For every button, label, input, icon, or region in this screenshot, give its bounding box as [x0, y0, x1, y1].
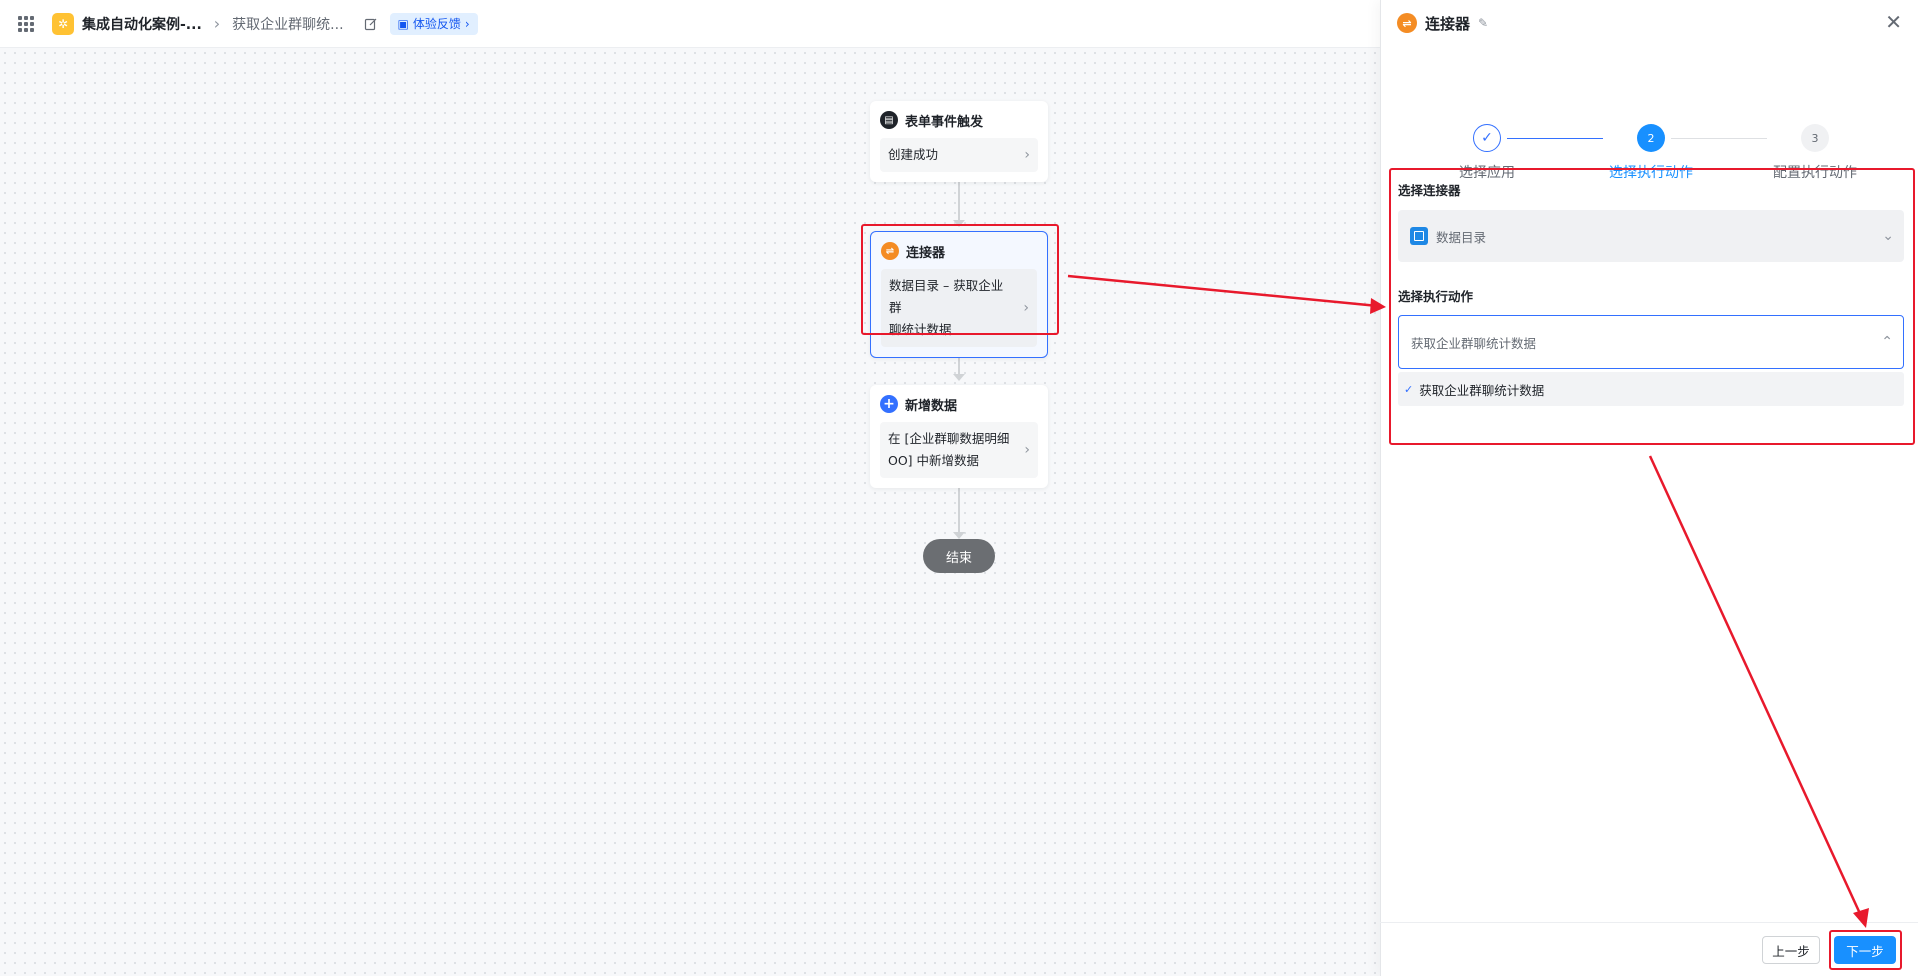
plus-icon: +: [880, 395, 898, 413]
annotation-box: [1829, 930, 1902, 970]
trigger-node[interactable]: ▤ 表单事件触发 创建成功 ›: [870, 101, 1048, 182]
chevron-right-icon: ›: [1024, 147, 1030, 163]
arrow-down-icon: [953, 374, 965, 381]
panel-footer-divider: [1380, 922, 1918, 923]
check-icon: ✓: [1473, 124, 1501, 152]
feedback-label: 体验反馈: [412, 17, 461, 31]
chevron-right-icon: ›: [1024, 442, 1030, 458]
edit-icon[interactable]: [364, 17, 378, 31]
flow-name[interactable]: 获取企业群聊统...: [232, 14, 343, 34]
panel-title: 连接器: [1425, 14, 1471, 33]
add-data-body[interactable]: 在 [企业群聊数据明细 OO] 中新增数据 ›: [880, 422, 1038, 478]
feedback-icon: ▣: [397, 16, 409, 31]
connector-icon: ⇌: [1397, 13, 1417, 33]
top-bar: ✲ 集成自动化案例-... › 获取企业群聊统... ▣ 体验反馈 ›: [0, 0, 1380, 48]
close-icon[interactable]: ✕: [1885, 12, 1902, 32]
node-title: + 新增数据: [880, 394, 1038, 414]
trigger-title: 表单事件触发: [905, 114, 984, 130]
feedback-button[interactable]: ▣ 体验反馈 ›: [389, 12, 478, 35]
app-logo-icon: ✲: [52, 12, 74, 35]
panel-header: ⇌ 连接器 ✎ ✕: [1381, 0, 1918, 46]
config-panel: ⇌ 连接器 ✎ ✕ ✓ 选择应用 2 选择执行动作 3 配置执行动作: [1380, 0, 1918, 976]
annotation-box: [861, 224, 1059, 335]
arrow-down-icon: [953, 532, 965, 539]
end-node[interactable]: 结束: [923, 539, 995, 573]
node-title: ▤ 表单事件触发: [880, 110, 1038, 130]
pencil-icon[interactable]: ✎: [1478, 16, 1488, 30]
step-number: 3: [1801, 124, 1829, 152]
apps-grid-icon[interactable]: [18, 15, 34, 32]
chevron-right-icon: ›: [213, 14, 221, 33]
add-data-title: 新增数据: [905, 398, 958, 414]
add-data-body-line2: OO] 中新增数据: [888, 453, 980, 468]
add-data-node[interactable]: + 新增数据 在 [企业群聊数据明细 OO] 中新增数据 ›: [870, 385, 1048, 488]
annotation-box: [1389, 168, 1915, 445]
trigger-body-text: 创建成功: [888, 147, 939, 162]
previous-step-button[interactable]: 上一步: [1762, 936, 1820, 964]
add-data-body-line1: 在 [企业群聊数据明细: [888, 431, 1010, 446]
form-icon: ▤: [880, 111, 898, 129]
end-label: 结束: [945, 550, 972, 566]
stepper: ✓ 选择应用 2 选择执行动作 3 配置执行动作: [1381, 46, 1918, 181]
chevron-right-icon: ›: [464, 16, 470, 31]
flow-canvas[interactable]: [0, 48, 1380, 976]
step-number: 2: [1637, 124, 1665, 152]
trigger-body[interactable]: 创建成功 ›: [880, 138, 1038, 172]
app-name[interactable]: 集成自动化案例-...: [82, 14, 202, 34]
